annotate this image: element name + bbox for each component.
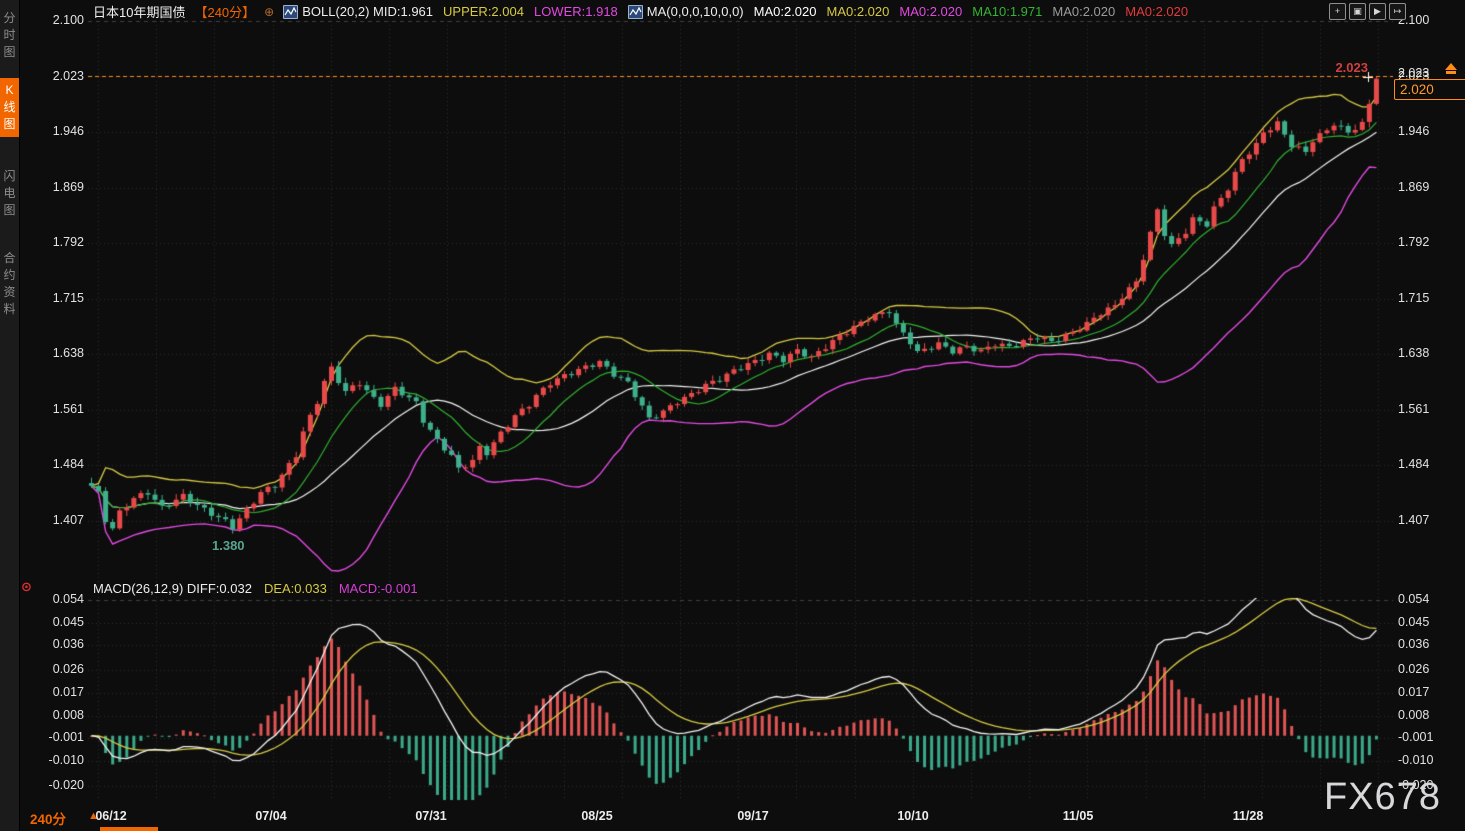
chart-canvas[interactable]	[0, 0, 1465, 831]
go-to-latest-icon[interactable]: ↦	[1389, 3, 1406, 20]
price-axis-label: 1.484	[28, 457, 84, 471]
indicator-values: BOLL(20,2) MID:1.961 UPPER:2.004 LOWER:1.9…	[283, 4, 1188, 19]
date-axis-label: 11/28	[1216, 809, 1280, 823]
price-axis-label: 1.561	[28, 402, 84, 416]
price-axis-label: 1.407	[1398, 513, 1429, 527]
date-axis-label: 09/17	[721, 809, 785, 823]
swing-low-label: 1.380	[212, 538, 245, 553]
sidebar-tab-1[interactable]: K线图	[0, 78, 19, 137]
price-axis-label: 1.869	[1398, 180, 1429, 194]
macd-settings-icon[interactable]: ⊙	[21, 579, 32, 595]
last-price-box: 2.020	[1394, 79, 1465, 100]
indicator-value-8: MA0:2.020	[1052, 4, 1115, 19]
macd-axis-label: 0.017	[1398, 685, 1429, 699]
sidebar-tab-3[interactable]: 合约资料	[0, 246, 19, 322]
macd-axis-label: 0.036	[28, 637, 84, 651]
macd-axis-label: 0.045	[1398, 615, 1429, 629]
macd-axis-label: 0.026	[1398, 662, 1429, 676]
price-axis-label: 1.407	[28, 513, 84, 527]
price-axis-label: 2.023	[28, 69, 84, 83]
macd-axis-label: 0.008	[28, 708, 84, 722]
price-axis-label: 1.946	[1398, 124, 1429, 138]
macd-axis-label: -0.010	[28, 753, 84, 767]
indicator-value-5: MA0:2.020	[827, 4, 890, 19]
fx678-watermark: FX678	[1324, 776, 1441, 819]
footer-timeframe-label[interactable]: 240分	[30, 808, 66, 828]
arrow-base-bar	[1446, 71, 1456, 74]
price-axis-label: 1.792	[1398, 235, 1429, 249]
chart-header: 日本10年期国债 【240分】 ⊕ BOLL(20,2) MID:1.961 UP…	[93, 3, 1188, 20]
price-axis-label: 1.638	[28, 346, 84, 360]
crosshair-tool-icon[interactable]: +	[1329, 3, 1346, 20]
indicator-value-0: BOLL(20,2) MID:1.961	[302, 4, 433, 19]
overlay-link-icon[interactable]: ⊕	[264, 5, 274, 19]
macd-axis-label: -0.001	[1398, 730, 1433, 744]
timeframe-badge[interactable]: 【240分】	[194, 2, 255, 21]
date-axis-label: 08/25	[565, 809, 629, 823]
period-high-label: 2.023	[1322, 60, 1368, 75]
macd-value-0: MACD(26,12,9) DIFF:0.032	[93, 581, 252, 596]
indicator-chart-icon[interactable]	[283, 5, 298, 19]
indicator-value-1: UPPER:2.004	[443, 4, 524, 19]
indicator-value-3: MA(0,0,0,10,0,0)	[647, 4, 744, 19]
sidebar-tab-0[interactable]: 分时图	[0, 6, 19, 65]
macd-axis-label: 0.008	[1398, 708, 1429, 722]
price-axis-label: 1.715	[1398, 291, 1429, 305]
price-axis-label: 2.100	[28, 13, 84, 27]
price-axis-label: 1.638	[1398, 346, 1429, 360]
date-axis-label: 07/04	[239, 809, 303, 823]
price-axis-label: 1.792	[28, 235, 84, 249]
scroll-to-latest-icon[interactable]	[1444, 63, 1458, 76]
indicator-value-6: MA0:2.020	[899, 4, 962, 19]
price-axis-label: 1.561	[1398, 402, 1429, 416]
macd-value-1: DEA:0.033	[264, 581, 327, 596]
price-axis-label: 1.869	[28, 180, 84, 194]
date-axis-label: 10/10	[881, 809, 945, 823]
play-forward-icon[interactable]: ▶	[1369, 3, 1386, 20]
instrument-title: 日本10年期国债	[93, 2, 185, 21]
macd-header: MACD(26,12,9) DIFF:0.032 DEA:0.033 MACD:-0…	[93, 581, 418, 596]
scrollbar-thumb[interactable]	[100, 827, 158, 831]
chart-scale-icon[interactable]: ▣	[1349, 3, 1366, 20]
macd-axis-label: 0.045	[28, 615, 84, 629]
price-axis-label: 1.715	[28, 291, 84, 305]
macd-axis-label: -0.020	[28, 778, 84, 792]
macd-value-2: MACD:-0.001	[339, 581, 418, 596]
sidebar-tab-2[interactable]: 闪电图	[0, 164, 19, 223]
macd-axis-label: 0.054	[28, 592, 84, 606]
price-axis-label: 1.484	[1398, 457, 1429, 471]
indicator-value-7: MA10:1.971	[972, 4, 1042, 19]
macd-axis-label: -0.010	[1398, 753, 1433, 767]
macd-axis-label: -0.001	[28, 730, 84, 744]
indicator-value-4: MA0:2.020	[754, 4, 817, 19]
date-axis-label: 07/31	[399, 809, 463, 823]
footer-timeframe-arrow-icon[interactable]: ▲	[88, 810, 99, 822]
macd-axis-label: 0.036	[1398, 637, 1429, 651]
trading-app-window: 分时图 K线图闪电图合约资料 日本10年期国债 【240分】 ⊕ BOLL(20,…	[0, 0, 1465, 831]
sidebar: 分时图 K线图闪电图合约资料	[0, 0, 20, 831]
macd-axis-label: 0.017	[28, 685, 84, 699]
up-triangle-icon	[1445, 63, 1457, 70]
macd-axis-label: 0.026	[28, 662, 84, 676]
chart-toolbar: +▣▶↦	[1329, 3, 1406, 20]
indicator-value-2: LOWER:1.918	[534, 4, 618, 19]
price-axis-label: 1.946	[28, 124, 84, 138]
indicator-chart-icon[interactable]	[628, 5, 643, 19]
macd-axis-label: 0.054	[1398, 592, 1429, 606]
indicator-value-9: MA0:2.020	[1125, 4, 1188, 19]
date-axis-label: 11/05	[1046, 809, 1110, 823]
